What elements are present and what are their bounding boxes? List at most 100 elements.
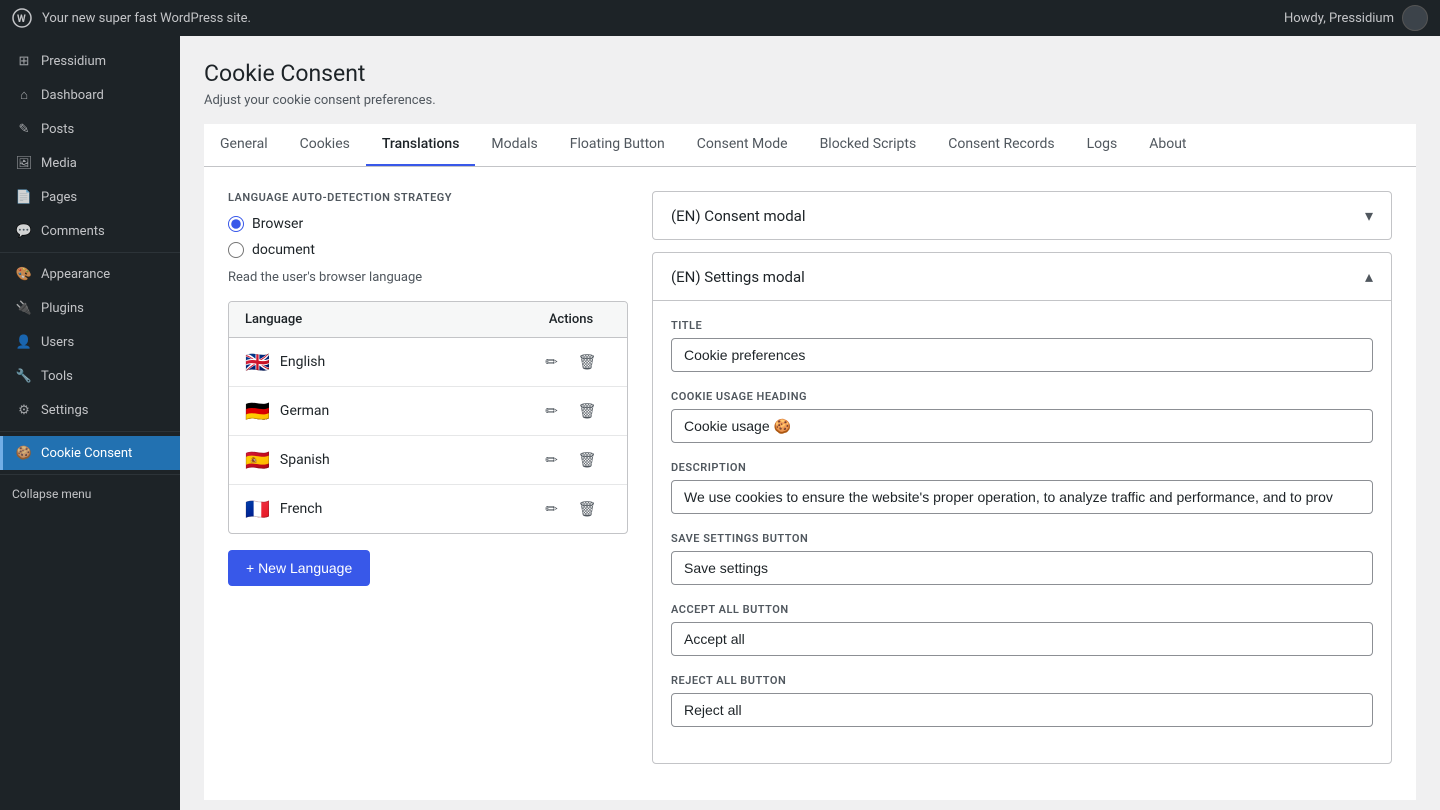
- row-actions-spanish: ✏ 🗑: [531, 449, 611, 471]
- edit-icon: ✎: [15, 120, 33, 138]
- flag-french: 🇫🇷: [245, 497, 270, 521]
- tab-consent-mode[interactable]: Consent Mode: [681, 124, 804, 167]
- field-description-label: DESCRIPTION: [671, 461, 1373, 474]
- sidebar-item-users[interactable]: 👤 Users: [0, 325, 180, 359]
- delete-english-button[interactable]: 🗑: [574, 351, 601, 373]
- field-reject-all-input[interactable]: [671, 693, 1373, 727]
- tab-blocked-scripts[interactable]: Blocked Scripts: [804, 124, 933, 167]
- sidebar-item-dashboard[interactable]: ⌂ Dashboard: [0, 78, 180, 112]
- accordion-consent-modal-title: (EN) Consent modal: [671, 207, 806, 225]
- field-title-input[interactable]: [671, 338, 1373, 372]
- cookie-icon: 🍪: [15, 444, 33, 462]
- radio-document-label: document: [252, 242, 315, 258]
- edit-spanish-button[interactable]: ✏: [541, 449, 562, 471]
- tab-consent-records[interactable]: Consent Records: [932, 124, 1070, 167]
- sidebar-item-posts[interactable]: ✎ Posts: [0, 112, 180, 146]
- accordion-settings-modal-header[interactable]: (EN) Settings modal: [653, 253, 1391, 300]
- sidebar-item-comments[interactable]: 💬 Comments: [0, 214, 180, 248]
- sidebar-sep-3: [0, 474, 180, 475]
- chevron-down-icon: [1365, 206, 1373, 225]
- field-save-settings-input[interactable]: [671, 551, 1373, 585]
- table-row: 🇪🇸 Spanish ✏ 🗑: [229, 436, 627, 485]
- delete-german-button[interactable]: 🗑: [574, 400, 601, 422]
- new-language-button[interactable]: + New Language: [228, 550, 370, 586]
- radio-browser-input[interactable]: [228, 216, 244, 232]
- top-bar: W Your new super fast WordPress site. Ho…: [0, 0, 1440, 36]
- language-name-spanish: 🇪🇸 Spanish: [245, 448, 531, 472]
- accordion-settings-modal-title: (EN) Settings modal: [671, 268, 805, 286]
- accordion-settings-modal: (EN) Settings modal TITLE COOKIE USAGE H…: [652, 252, 1392, 764]
- strategy-hint: Read the user's browser language: [228, 270, 628, 285]
- sidebar-label-dashboard: Dashboard: [41, 88, 104, 103]
- language-name-english: 🇬🇧 English: [245, 350, 531, 374]
- field-cookie-usage-label: COOKIE USAGE HEADING: [671, 390, 1373, 403]
- row-actions-german: ✏ 🗑: [531, 400, 611, 422]
- field-description: DESCRIPTION: [671, 461, 1373, 514]
- field-description-input[interactable]: [671, 480, 1373, 514]
- tab-translations[interactable]: Translations: [366, 124, 476, 167]
- sidebar-item-cookie-consent[interactable]: 🍪 Cookie Consent: [0, 436, 180, 470]
- field-accept-all-input[interactable]: [671, 622, 1373, 656]
- sidebar-label-users: Users: [41, 335, 74, 350]
- field-save-settings-label: SAVE SETTINGS BUTTON: [671, 532, 1373, 545]
- language-name-french: 🇫🇷 French: [245, 497, 531, 521]
- row-actions-english: ✏ 🗑: [531, 351, 611, 373]
- edit-english-button[interactable]: ✏: [541, 351, 562, 373]
- sidebar-item-appearance[interactable]: 🎨 Appearance: [0, 257, 180, 291]
- edit-french-button[interactable]: ✏: [541, 498, 562, 520]
- accordion-consent-modal-header[interactable]: (EN) Consent modal: [653, 192, 1391, 239]
- sidebar-label-pages: Pages: [41, 190, 77, 205]
- table-row: 🇩🇪 German ✏ 🗑: [229, 387, 627, 436]
- edit-german-button[interactable]: ✏: [541, 400, 562, 422]
- strategy-label: LANGUAGE AUTO-DETECTION STRATEGY: [228, 191, 628, 204]
- collapse-menu[interactable]: Collapse menu: [0, 479, 180, 509]
- user-avatar[interactable]: [1402, 5, 1428, 31]
- tab-modals[interactable]: Modals: [475, 124, 553, 167]
- tab-nav: General Cookies Translations Modals Floa…: [204, 124, 1416, 167]
- sidebar-label-comments: Comments: [41, 224, 105, 239]
- sidebar-item-settings[interactable]: ⚙ Settings: [0, 393, 180, 427]
- svg-text:W: W: [17, 14, 26, 25]
- tab-cookies[interactable]: Cookies: [284, 124, 366, 167]
- field-accept-all-label: ACCEPT ALL BUTTON: [671, 603, 1373, 616]
- language-name-german: 🇩🇪 German: [245, 399, 531, 423]
- sidebar-item-media[interactable]: 🖼 Media: [0, 146, 180, 180]
- sidebar-label-media: Media: [41, 156, 77, 171]
- main-content: Cookie Consent Adjust your cookie consen…: [180, 36, 1440, 810]
- field-cookie-usage-input[interactable]: [671, 409, 1373, 443]
- strategy-radio-group: Browser document: [228, 216, 628, 258]
- tab-floating-button[interactable]: Floating Button: [554, 124, 681, 167]
- tab-general[interactable]: General: [204, 124, 284, 167]
- paint-icon: 🎨: [15, 265, 33, 283]
- comment-icon: 💬: [15, 222, 33, 240]
- col-actions: Actions: [531, 312, 611, 327]
- radio-browser[interactable]: Browser: [228, 216, 628, 232]
- radio-document[interactable]: document: [228, 242, 628, 258]
- sidebar-sep-2: [0, 431, 180, 432]
- tab-about[interactable]: About: [1133, 124, 1202, 167]
- sidebar-label-tools: Tools: [41, 369, 73, 384]
- wp-logo-icon: W: [12, 8, 32, 28]
- sidebar-item-plugins[interactable]: 🔌 Plugins: [0, 291, 180, 325]
- field-reject-all-label: REJECT ALL BUTTON: [671, 674, 1373, 687]
- delete-french-button[interactable]: 🗑: [574, 498, 601, 520]
- left-panel: LANGUAGE AUTO-DETECTION STRATEGY Browser…: [228, 191, 628, 776]
- user-icon: 👤: [15, 333, 33, 351]
- field-title: TITLE: [671, 319, 1373, 372]
- label-spanish: Spanish: [280, 452, 330, 468]
- field-title-label: TITLE: [671, 319, 1373, 332]
- language-table: Language Actions 🇬🇧 English ✏ 🗑: [228, 301, 628, 534]
- tab-logs[interactable]: Logs: [1071, 124, 1134, 167]
- field-reject-all: REJECT ALL BUTTON: [671, 674, 1373, 727]
- wrench-icon: 🔧: [15, 367, 33, 385]
- top-bar-left: W Your new super fast WordPress site.: [12, 8, 251, 28]
- sidebar-item-tools[interactable]: 🔧 Tools: [0, 359, 180, 393]
- sidebar-label-posts: Posts: [41, 122, 74, 137]
- delete-spanish-button[interactable]: 🗑: [574, 449, 601, 471]
- grid-icon: ⊞: [15, 52, 33, 70]
- field-cookie-usage-heading: COOKIE USAGE HEADING: [671, 390, 1373, 443]
- radio-document-input[interactable]: [228, 242, 244, 258]
- sidebar-item-pages[interactable]: 📄 Pages: [0, 180, 180, 214]
- page-title: Cookie Consent: [204, 60, 1416, 87]
- sidebar-item-pressidium[interactable]: ⊞ Pressidium: [0, 44, 180, 78]
